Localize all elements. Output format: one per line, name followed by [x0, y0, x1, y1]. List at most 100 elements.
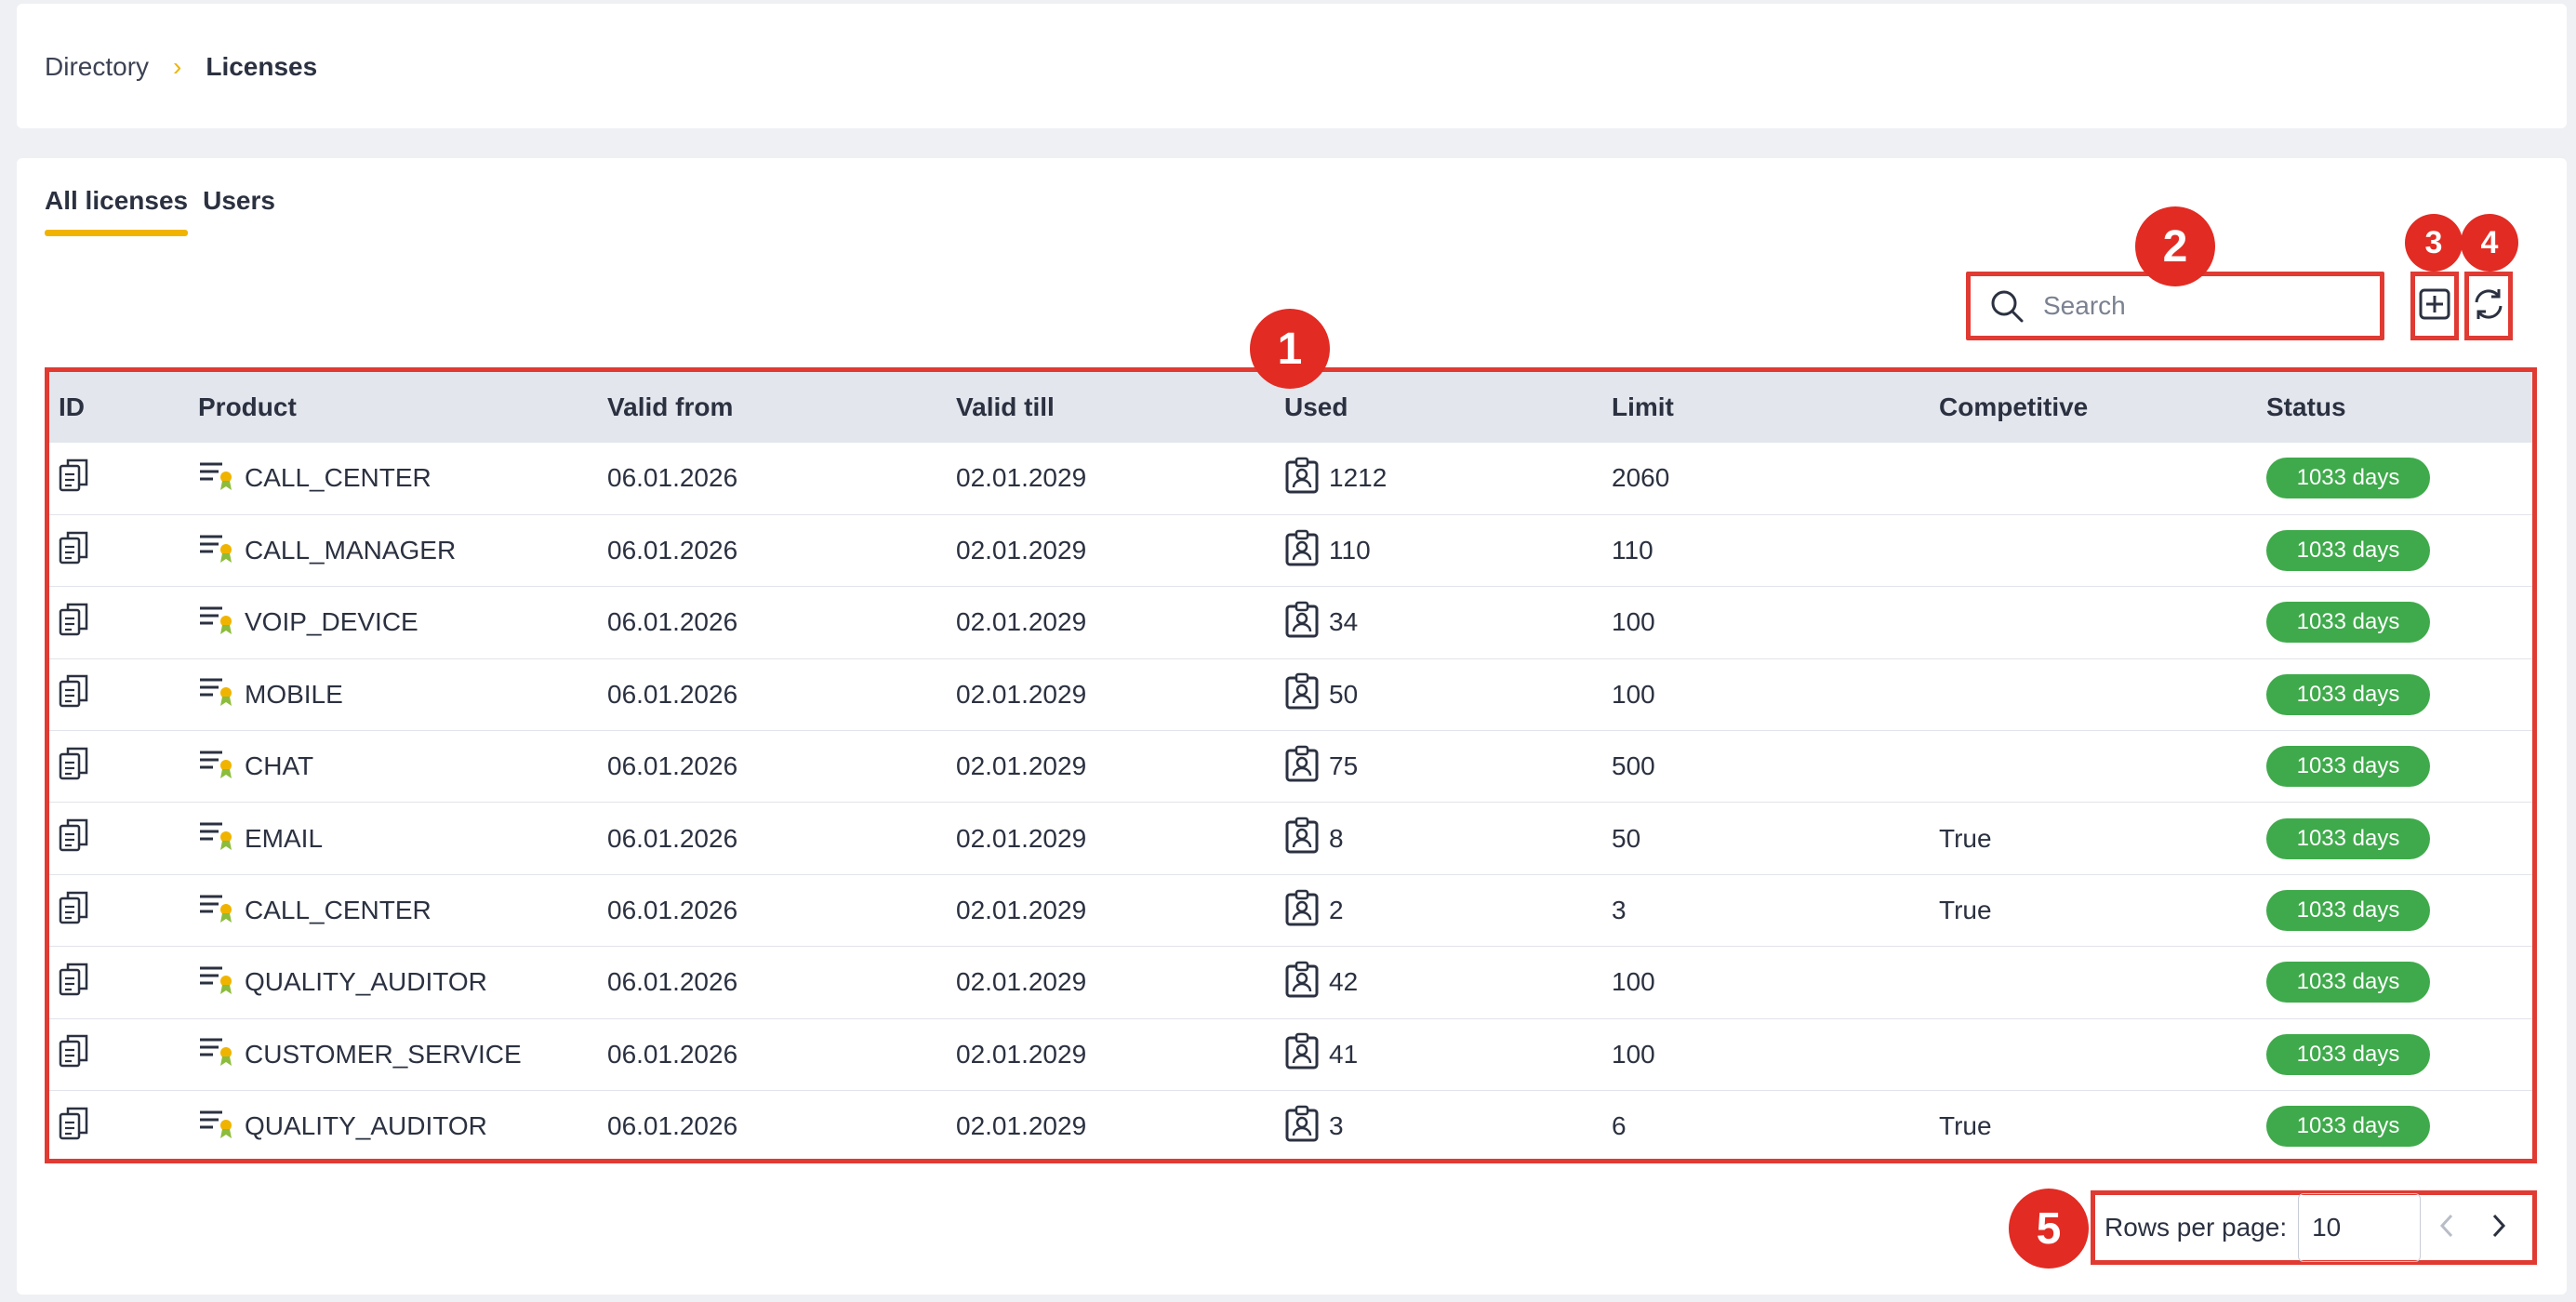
table-row[interactable]: QUALITY_AUDITOR 06.01.2026 02.01.2029 3 … [49, 1091, 2532, 1159]
valid-from-cell: 06.01.2026 [607, 823, 738, 853]
competitive-cell [1930, 1018, 2257, 1090]
product-cell-content: QUALITY_AUDITOR [198, 1107, 598, 1147]
product-cell-content: CALL_CENTER [198, 458, 598, 498]
table-row[interactable]: QUALITY_AUDITOR 06.01.2026 02.01.2029 42… [49, 947, 2532, 1019]
copy-icon[interactable] [59, 531, 90, 571]
valid-from-cell: 06.01.2026 [607, 1111, 738, 1141]
table-row[interactable]: MOBILE 06.01.2026 02.01.2029 50 100 1033… [49, 658, 2532, 731]
product-cell-content: QUALITY_AUDITOR [198, 963, 598, 1003]
copy-icon[interactable] [59, 458, 90, 498]
status-cell: 1033 days [2257, 1091, 2532, 1159]
chevron-right-icon [2489, 1212, 2509, 1244]
copy-icon[interactable] [59, 818, 90, 858]
licenses-table: ID Product Valid from Valid till Used Li… [45, 367, 2537, 1163]
rows-per-page-select[interactable]: 10 [2298, 1193, 2422, 1262]
product-name: CHAT [245, 751, 314, 781]
user-badge-icon[interactable] [1284, 889, 1320, 933]
used-value: 2 [1329, 896, 1344, 925]
competitive-cell [1930, 514, 2257, 586]
product-cell: MOBILE [189, 658, 598, 730]
column-header-competitive[interactable]: Competitive [1930, 372, 2257, 443]
user-badge-icon[interactable] [1284, 457, 1320, 500]
user-badge-icon[interactable] [1284, 601, 1320, 644]
used-value: 3 [1329, 1111, 1344, 1141]
id-cell [49, 947, 189, 1018]
product-cell: CALL_CENTER [189, 874, 598, 946]
status-cell: 1033 days [2257, 587, 2532, 658]
copy-icon[interactable] [59, 675, 90, 714]
rows-per-page-label: Rows per page: [2105, 1213, 2288, 1242]
copy-icon[interactable] [59, 891, 90, 931]
limit-cell: 50 [1612, 823, 1641, 853]
add-license-button[interactable] [2410, 272, 2459, 340]
used-cell: 110 [1275, 514, 1602, 586]
user-badge-icon[interactable] [1284, 672, 1320, 716]
header-card [17, 4, 2567, 128]
status-cell: 1033 days [2257, 731, 2532, 803]
user-badge-icon[interactable] [1284, 1105, 1320, 1149]
copy-icon[interactable] [59, 603, 90, 643]
table-row[interactable]: CALL_CENTER 06.01.2026 02.01.2029 2 3 Tr… [49, 874, 2532, 947]
table-row[interactable]: CHAT 06.01.2026 02.01.2029 75 500 1033 d… [49, 731, 2532, 803]
used-value: 8 [1329, 823, 1344, 853]
next-page-button[interactable] [2473, 1195, 2525, 1260]
status-cell: 1033 days [2257, 803, 2532, 874]
annotation-marker-1: 1 [1250, 309, 1330, 389]
license-icon [198, 747, 235, 787]
status-cell: 1033 days [2257, 658, 2532, 730]
column-header-id[interactable]: ID [49, 372, 189, 443]
competitive-cell [1930, 947, 2257, 1018]
table-row[interactable]: CALL_CENTER 06.01.2026 02.01.2029 1212 2… [49, 443, 2532, 515]
column-header-valid-from[interactable]: Valid from [598, 372, 947, 443]
table-row[interactable]: CALL_MANAGER 06.01.2026 02.01.2029 110 1… [49, 514, 2532, 587]
copy-icon[interactable] [59, 1035, 90, 1074]
annotation-marker-2: 2 [2135, 206, 2215, 286]
user-badge-icon[interactable] [1284, 961, 1320, 1004]
license-icon [198, 603, 235, 643]
user-badge-icon[interactable] [1284, 529, 1320, 573]
used-cell: 41 [1275, 1018, 1602, 1090]
copy-icon[interactable] [59, 747, 90, 787]
status-badge: 1033 days [2266, 458, 2430, 499]
user-badge-icon[interactable] [1284, 817, 1320, 860]
product-name: CALL_MANAGER [245, 536, 457, 565]
column-header-used[interactable]: Used [1275, 372, 1602, 443]
copy-icon[interactable] [59, 1107, 90, 1147]
table-row[interactable]: CUSTOMER_SERVICE 06.01.2026 02.01.2029 4… [49, 1018, 2532, 1091]
product-cell-content: VOIP_DEVICE [198, 603, 598, 643]
product-name: QUALITY_AUDITOR [245, 967, 487, 997]
product-cell: CALL_MANAGER [189, 514, 598, 586]
copy-icon[interactable] [59, 963, 90, 1003]
id-cell [49, 443, 189, 514]
status-badge: 1033 days [2266, 817, 2430, 859]
id-cell [49, 514, 189, 586]
column-header-limit[interactable]: Limit [1602, 372, 1930, 443]
limit-cell: 100 [1612, 679, 1655, 709]
limit-cell: 2060 [1612, 463, 1670, 493]
limit-cell: 100 [1612, 1039, 1655, 1069]
refresh-icon [2470, 286, 2507, 327]
used-cell-content: 50 [1284, 672, 1602, 716]
valid-till-cell: 02.01.2029 [956, 1111, 1087, 1141]
used-cell-content: 34 [1284, 601, 1602, 644]
column-header-status[interactable]: Status [2257, 372, 2532, 443]
competitive-cell [1930, 731, 2257, 803]
tab-all-licenses[interactable]: All licenses [45, 186, 189, 236]
id-cell [49, 1018, 189, 1090]
tab-users[interactable]: Users [203, 186, 275, 236]
product-name: MOBILE [245, 679, 343, 709]
product-name: EMAIL [245, 823, 324, 853]
refresh-button[interactable] [2464, 272, 2513, 340]
column-header-product[interactable]: Product [189, 372, 598, 443]
user-badge-icon[interactable] [1284, 1032, 1320, 1076]
table-row[interactable]: VOIP_DEVICE 06.01.2026 02.01.2029 34 100… [49, 587, 2532, 659]
valid-till-cell: 02.01.2029 [956, 536, 1087, 565]
column-header-valid-till[interactable]: Valid till [947, 372, 1275, 443]
previous-page-button[interactable] [2421, 1195, 2473, 1260]
plus-square-icon [2418, 287, 2451, 326]
table-row[interactable]: EMAIL 06.01.2026 02.01.2029 8 50 True 10… [49, 803, 2532, 875]
used-cell-content: 41 [1284, 1032, 1602, 1076]
breadcrumb-directory-link[interactable]: Directory [45, 52, 149, 82]
search-input[interactable] [2041, 290, 2361, 322]
user-badge-icon[interactable] [1284, 745, 1320, 789]
